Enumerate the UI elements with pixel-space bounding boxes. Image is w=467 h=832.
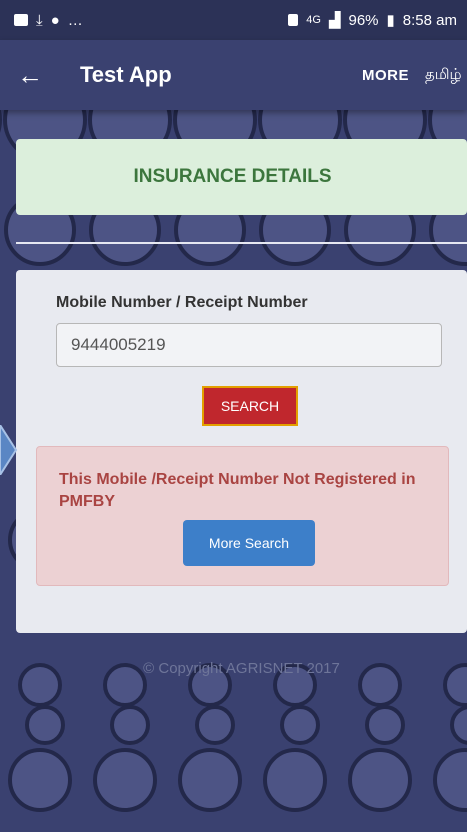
bg-circle xyxy=(450,705,467,745)
search-panel: Mobile Number / Receipt Number SEARCH Th… xyxy=(16,270,467,633)
bg-circle xyxy=(263,748,327,812)
chat-icon: ● xyxy=(50,11,60,29)
app-title: Test App xyxy=(80,62,172,87)
bg-circle xyxy=(365,705,405,745)
alert-message: This Mobile /Receipt Number Not Register… xyxy=(59,471,416,510)
bg-circle xyxy=(348,748,412,812)
more-notifications: … xyxy=(67,11,83,29)
sim-icon xyxy=(288,14,299,26)
bg-circle xyxy=(280,705,320,745)
battery-percent: 96% xyxy=(348,11,379,29)
insurance-title: INSURANCE DETAILS xyxy=(133,166,332,187)
search-label: Mobile Number / Receipt Number xyxy=(56,294,308,311)
search-button[interactable]: SEARCH xyxy=(202,386,298,426)
status-left: ⤓ ● … xyxy=(14,12,83,29)
insurance-header-card: INSURANCE DETAILS xyxy=(16,139,467,215)
bg-circle xyxy=(433,748,467,812)
app-bar: ← Test App MORE தமிழ் xyxy=(0,40,467,110)
gallery-icon xyxy=(14,14,28,26)
section-divider xyxy=(16,242,467,244)
mobile-receipt-input[interactable] xyxy=(56,323,442,367)
more-search-button[interactable]: More Search xyxy=(183,520,315,566)
bg-circle xyxy=(110,705,150,745)
bg-circle xyxy=(195,705,235,745)
bg-circle xyxy=(8,748,72,812)
footer-copyright: © Copyright AGRISNET 2017 xyxy=(143,660,340,677)
signal-icon: ▟ xyxy=(328,12,341,29)
not-registered-alert: This Mobile /Receipt Number Not Register… xyxy=(36,446,449,586)
bg-circle xyxy=(178,748,242,812)
status-bar: ⤓ ● … 4G ▟ 96% ▮ 8:58 am xyxy=(0,0,467,40)
app-actions: MORE தமிழ் xyxy=(362,66,467,85)
bg-circle xyxy=(25,705,65,745)
battery-icon: ▮ xyxy=(386,12,395,29)
bg-circle xyxy=(93,748,157,812)
clock: 8:58 am xyxy=(402,11,457,29)
more-menu-button[interactable]: MORE xyxy=(362,67,409,84)
network-type: 4G xyxy=(306,14,321,26)
back-arrow-icon[interactable]: ← xyxy=(0,40,60,110)
status-right: 4G ▟ 96% ▮ 8:58 am xyxy=(288,11,457,29)
language-toggle[interactable]: தமிழ் xyxy=(425,66,467,85)
download-icon: ⤓ xyxy=(36,11,43,29)
side-arrow-icon xyxy=(0,425,18,475)
